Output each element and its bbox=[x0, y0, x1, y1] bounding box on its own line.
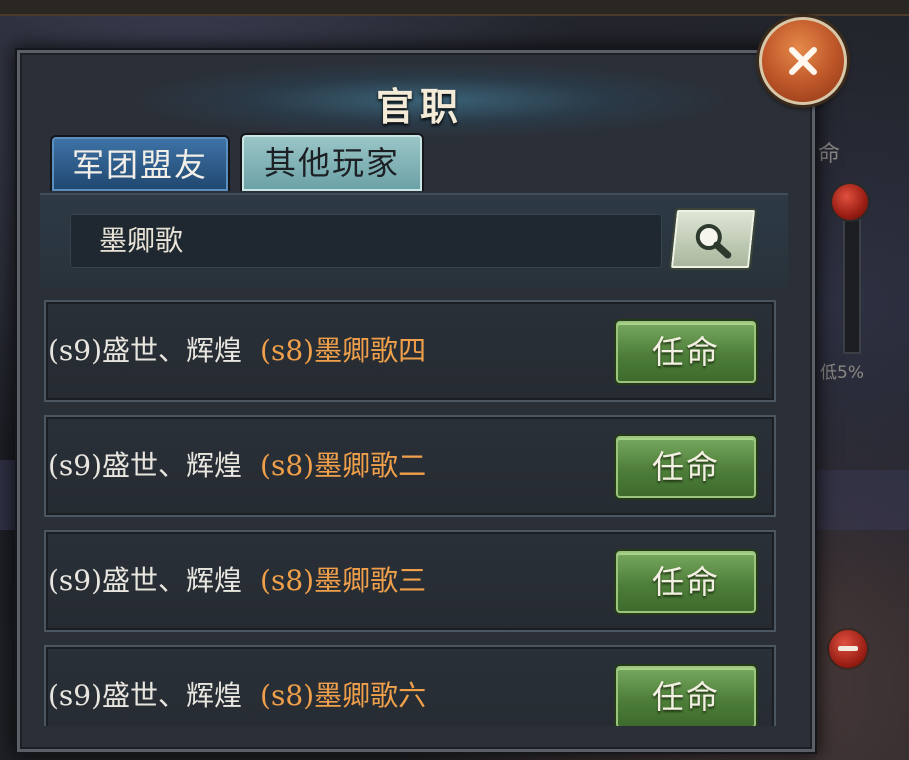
dialog-title: 官职 bbox=[375, 84, 464, 129]
appoint-button[interactable]: 任命 bbox=[616, 321, 756, 383]
row-text: (s9)盛世、辉煌 (s8)墨卿歌二 bbox=[48, 417, 426, 515]
appoint-button[interactable]: 任命 bbox=[616, 436, 756, 498]
tab-other-players[interactable]: 其他玩家 bbox=[240, 133, 424, 191]
list-item: (s9)盛世、辉煌 (s8)墨卿歌六 任命 bbox=[44, 645, 776, 726]
player-name: (s8)墨卿歌六 bbox=[260, 679, 427, 712]
row-text: (s9)盛世、辉煌 (s8)墨卿歌六 bbox=[48, 647, 426, 726]
appoint-button[interactable]: 任命 bbox=[616, 666, 756, 726]
background-slider-knob bbox=[830, 182, 870, 222]
minus-icon bbox=[827, 628, 869, 670]
search-input[interactable] bbox=[70, 214, 662, 268]
player-name: (s8)墨卿歌四 bbox=[260, 334, 427, 367]
server-name: (s9)盛世、辉煌 bbox=[48, 449, 243, 482]
background-right-strip bbox=[805, 470, 909, 530]
close-icon bbox=[789, 47, 817, 75]
player-name: (s8)墨卿歌三 bbox=[260, 564, 427, 597]
list-item: (s9)盛世、辉煌 (s8)墨卿歌三 任命 bbox=[44, 530, 776, 632]
search-button[interactable] bbox=[668, 208, 758, 270]
server-name: (s9)盛世、辉煌 bbox=[48, 334, 243, 367]
row-text: (s9)盛世、辉煌 (s8)墨卿歌四 bbox=[48, 302, 426, 400]
appoint-button[interactable]: 任命 bbox=[616, 551, 756, 613]
background-label: 命 bbox=[818, 142, 841, 167]
background-percent-text: 低5% bbox=[820, 363, 864, 383]
close-button[interactable] bbox=[759, 17, 847, 105]
player-list: (s9)盛世、辉煌 (s8)墨卿歌四 任命 (s9)盛世、辉煌 (s8)墨卿歌二 任… bbox=[44, 300, 776, 726]
server-name: (s9)盛世、辉煌 bbox=[48, 564, 243, 597]
list-item: (s9)盛世、辉煌 (s8)墨卿歌四 任命 bbox=[44, 300, 776, 402]
server-name: (s9)盛世、辉煌 bbox=[48, 679, 243, 712]
background-slider-track bbox=[843, 200, 861, 354]
player-name: (s8)墨卿歌二 bbox=[260, 449, 427, 482]
tab-legion-allies[interactable]: 军团盟友 bbox=[50, 135, 230, 191]
search-icon bbox=[695, 224, 732, 259]
list-item: (s9)盛世、辉煌 (s8)墨卿歌二 任命 bbox=[44, 415, 776, 517]
row-text: (s9)盛世、辉煌 (s8)墨卿歌三 bbox=[48, 532, 426, 630]
background-top-bar bbox=[0, 0, 909, 16]
